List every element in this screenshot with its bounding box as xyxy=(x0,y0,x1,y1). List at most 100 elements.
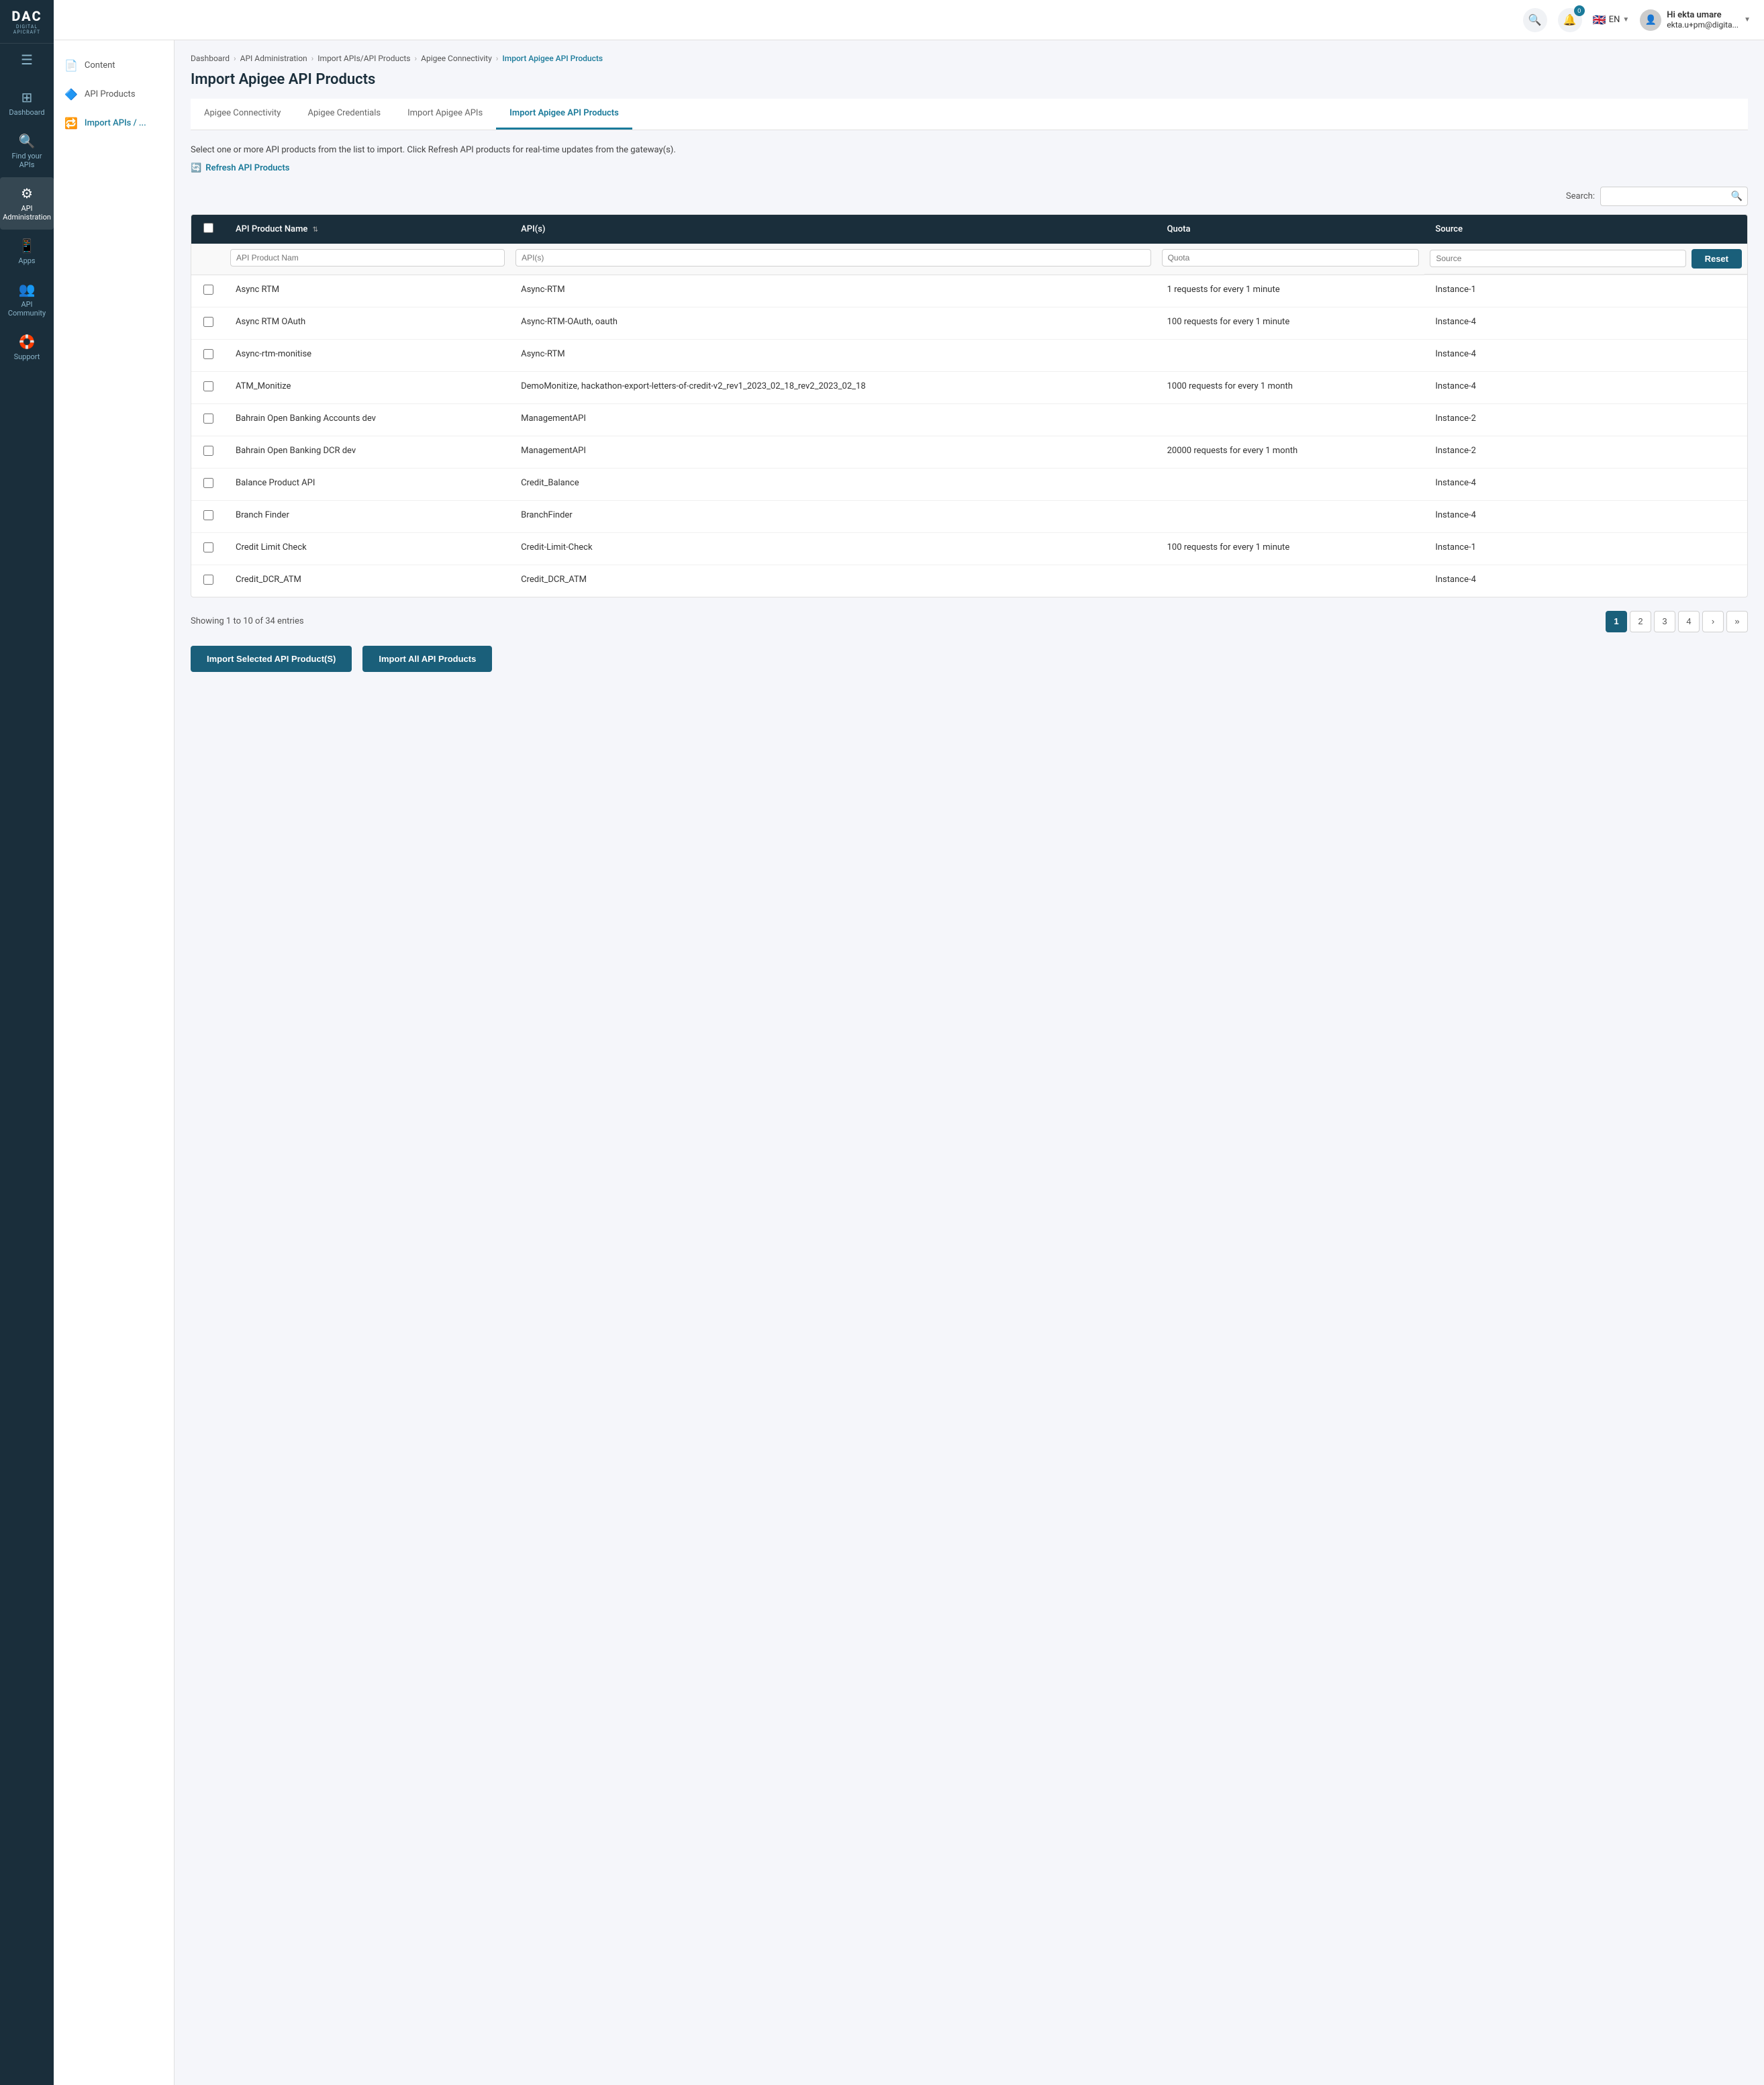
page-content: Dashboard › API Administration › Import … xyxy=(175,40,1764,2085)
table-row: Balance Product API Credit_Balance Insta… xyxy=(191,468,1747,500)
second-sidebar-item-content[interactable]: 📄 Content xyxy=(54,51,174,80)
row-checkbox[interactable] xyxy=(203,317,213,327)
row-checkbox-cell xyxy=(191,500,225,532)
import-selected-button[interactable]: Import Selected API Product(S) xyxy=(191,646,352,672)
row-checkbox[interactable] xyxy=(203,542,213,552)
breadcrumb-sep-2: › xyxy=(311,54,314,63)
breadcrumb-import-apis[interactable]: Import APIs/API Products xyxy=(317,54,410,63)
row-name: Balance Product API xyxy=(225,468,510,500)
tab-import-apigee-apis[interactable]: Import Apigee APIs xyxy=(394,99,496,130)
page-btn-last[interactable]: » xyxy=(1726,611,1748,632)
row-checkbox[interactable] xyxy=(203,381,213,391)
content-area: 📄 Content 🔷 API Products 🔁 Import APIs /… xyxy=(54,40,1764,2085)
filter-quota-cell xyxy=(1157,244,1425,275)
tab-apigee-credentials[interactable]: Apigee Credentials xyxy=(294,99,394,130)
row-apis: Async-RTM xyxy=(510,339,1156,371)
hamburger-menu[interactable]: ☰ xyxy=(0,44,54,76)
flag-icon: 🇬🇧 xyxy=(1593,13,1606,26)
filter-checkbox-cell xyxy=(191,244,225,275)
row-source: Instance-1 xyxy=(1424,275,1747,307)
search-input[interactable] xyxy=(1600,187,1748,206)
row-checkbox[interactable] xyxy=(203,414,213,424)
second-sidebar-item-import-apis[interactable]: 🔁 Import APIs / ... xyxy=(54,109,174,138)
row-source: Instance-1 xyxy=(1424,532,1747,565)
row-checkbox[interactable] xyxy=(203,510,213,520)
page-btn-1[interactable]: 1 xyxy=(1606,611,1627,632)
breadcrumb-sep-3: › xyxy=(415,54,418,63)
filter-apis[interactable] xyxy=(516,249,1150,266)
row-name: Credit Limit Check xyxy=(225,532,510,565)
breadcrumb-apigee-connectivity[interactable]: Apigee Connectivity xyxy=(421,54,492,63)
row-checkbox-cell xyxy=(191,371,225,403)
breadcrumb-dashboard[interactable]: Dashboard xyxy=(191,54,230,63)
language-selector[interactable]: 🇬🇧 EN ▼ xyxy=(1593,13,1630,26)
search-icon-button[interactable]: 🔍 xyxy=(1731,191,1743,202)
row-checkbox[interactable] xyxy=(203,349,213,359)
import-all-button[interactable]: Import All API Products xyxy=(362,646,492,672)
support-icon: 🛟 xyxy=(19,334,36,350)
filter-name-cell xyxy=(225,244,510,275)
sort-icon[interactable]: ⇅ xyxy=(313,226,318,234)
reset-filter-button[interactable]: Reset xyxy=(1692,249,1742,269)
table-row: Async-rtm-monitise Async-RTM Instance-4 xyxy=(191,339,1747,371)
sidebar-item-api-community[interactable]: 👥 API Community xyxy=(0,273,54,326)
tab-import-apigee-api-products[interactable]: Import Apigee API Products xyxy=(496,99,632,130)
sidebar-item-apps[interactable]: 📱 Apps xyxy=(0,230,54,273)
row-checkbox-cell xyxy=(191,532,225,565)
logo-text: DAC xyxy=(5,8,48,24)
sidebar-item-label: Support xyxy=(14,352,40,361)
table-row: Credit Limit Check Credit-Limit-Check 10… xyxy=(191,532,1747,565)
select-all-checkbox[interactable] xyxy=(203,223,213,233)
row-checkbox-cell xyxy=(191,436,225,468)
filter-source[interactable] xyxy=(1430,250,1685,267)
table-row: Bahrain Open Banking DCR dev ManagementA… xyxy=(191,436,1747,468)
table-row: Branch Finder BranchFinder Instance-4 xyxy=(191,500,1747,532)
user-menu[interactable]: 👤 Hi ekta umare ekta.u+pm@digita... ▼ xyxy=(1640,9,1751,31)
sidebar-item-dashboard[interactable]: ⊞ Dashboard xyxy=(0,81,54,125)
sidebar-item-label: API Community xyxy=(5,300,48,318)
filter-quota[interactable] xyxy=(1162,249,1420,266)
sidebar-item-find-apis[interactable]: 🔍 Find your APIs xyxy=(0,125,54,177)
row-apis: Async-RTM-OAuth, oauth xyxy=(510,307,1156,339)
col-source: Source xyxy=(1424,215,1747,244)
breadcrumb-sep-4: › xyxy=(496,54,499,63)
refresh-link[interactable]: 🔄 Refresh API Products xyxy=(191,163,289,173)
api-products-table: API Product Name ⇅ API(s) Quota Source xyxy=(191,215,1747,597)
page-btn-3[interactable]: 3 xyxy=(1654,611,1675,632)
sidebar-item-label: Dashboard xyxy=(9,108,44,117)
row-source: Instance-4 xyxy=(1424,565,1747,597)
page-btn-next[interactable]: › xyxy=(1702,611,1724,632)
row-checkbox[interactable] xyxy=(203,285,213,295)
second-sidebar-item-api-products[interactable]: 🔷 API Products xyxy=(54,80,174,109)
tab-apigee-connectivity[interactable]: Apigee Connectivity xyxy=(191,99,294,130)
info-text: Select one or more API products from the… xyxy=(191,144,1748,157)
breadcrumb-sep-1: › xyxy=(234,54,236,63)
row-checkbox[interactable] xyxy=(203,446,213,456)
search-input-wrap: 🔍 xyxy=(1600,187,1748,206)
sidebar-nav: ⊞ Dashboard 🔍 Find your APIs ⚙ API Admin… xyxy=(0,76,54,369)
row-checkbox[interactable] xyxy=(203,575,213,585)
row-source: Instance-4 xyxy=(1424,371,1747,403)
row-apis: Async-RTM xyxy=(510,275,1156,307)
search-button[interactable]: 🔍 xyxy=(1523,8,1547,32)
api-admin-icon: ⚙ xyxy=(21,185,33,201)
row-checkbox-cell xyxy=(191,565,225,597)
filter-api-product-name[interactable] xyxy=(230,249,505,266)
sidebar-item-label: Find your APIs xyxy=(5,152,48,169)
page-btn-4[interactable]: 4 xyxy=(1678,611,1700,632)
notifications-button[interactable]: 🔔 0 xyxy=(1558,8,1582,32)
col-apis: API(s) xyxy=(510,215,1156,244)
page-btn-2[interactable]: 2 xyxy=(1630,611,1651,632)
filter-row: Reset xyxy=(191,244,1747,275)
logo-sub: DIGITAL APICRAFT xyxy=(5,24,48,35)
content-icon: 📄 xyxy=(64,59,78,72)
sidebar-item-api-admin[interactable]: ⚙ API Administration xyxy=(0,177,54,230)
row-checkbox[interactable] xyxy=(203,478,213,488)
row-checkbox-cell xyxy=(191,403,225,436)
user-chevron-icon: ▼ xyxy=(1744,16,1751,23)
breadcrumb-api-admin[interactable]: API Administration xyxy=(240,54,307,63)
col-quota: Quota xyxy=(1157,215,1425,244)
row-apis: Credit_DCR_ATM xyxy=(510,565,1156,597)
sidebar-item-support[interactable]: 🛟 Support xyxy=(0,326,54,369)
logo-area: DAC DIGITAL APICRAFT xyxy=(0,0,54,44)
